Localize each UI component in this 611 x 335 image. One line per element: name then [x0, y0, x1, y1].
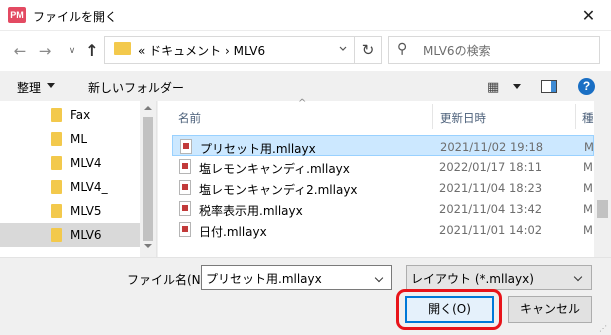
search-placeholder: MLV6の検索	[423, 44, 491, 58]
mllayx-file-icon	[179, 180, 191, 195]
new-folder-button[interactable]: 新しいフォルダー	[88, 79, 184, 96]
sidebar-item-label: MLV6	[70, 228, 102, 242]
folder-icon	[51, 204, 62, 218]
forward-arrow-icon[interactable]: →	[36, 41, 54, 61]
sidebar-item-mlv4-underscore[interactable]: MLV4_	[0, 175, 140, 199]
column-divider[interactable]	[575, 104, 576, 129]
window-title: ファイルを開く	[33, 10, 118, 24]
scrollbar-thumb[interactable]	[143, 117, 153, 241]
file-name: 日付.mllayx	[199, 225, 267, 239]
scroll-down-arrow-icon[interactable]	[144, 244, 152, 248]
file-type: M	[583, 202, 593, 216]
file-type: M	[583, 160, 593, 174]
search-icon: ⚲	[397, 41, 408, 57]
recent-locations-chevron-icon[interactable]: ∨	[63, 41, 81, 61]
file-date: 2021/11/01 14:02	[439, 223, 543, 237]
file-date: 2021/11/04 18:23	[439, 181, 543, 195]
sidebar-item-label: Fax	[70, 108, 91, 122]
view-dropdown-caret-icon[interactable]	[513, 84, 521, 89]
address-dropdown-chevron-icon[interactable]	[339, 45, 347, 53]
sidebar-item-label: ML	[70, 132, 88, 146]
column-divider[interactable]	[432, 104, 433, 129]
refresh-icon[interactable]: ↻	[354, 36, 382, 64]
help-icon[interactable]: ?	[578, 78, 595, 95]
file-date: 2021/11/04 13:42	[439, 202, 543, 216]
sidebar-item-ml[interactable]: ML	[0, 127, 140, 151]
folder-icon	[114, 42, 131, 55]
file-row-preset[interactable]: プリセット用.mllayx 2021/11/02 19:18 M	[172, 135, 594, 156]
sidebar-item-fax[interactable]: Fax	[0, 103, 140, 127]
folder-icon	[51, 228, 62, 242]
mllayx-file-icon	[179, 201, 191, 216]
folder-icon	[51, 132, 62, 146]
mllayx-file-icon	[180, 139, 192, 154]
preview-pane-icon[interactable]	[541, 80, 557, 93]
column-header-date[interactable]: 更新日時	[440, 110, 486, 126]
file-date: 2021/11/02 19:18	[440, 140, 544, 154]
file-name: プリセット用.mllayx	[200, 142, 316, 156]
file-type-filter-value[interactable]: レイアウト (*.mllayx)	[411, 270, 534, 287]
file-type: M	[583, 223, 593, 237]
scrollbar-thumb[interactable]	[597, 200, 608, 218]
sidebar-item-label: MLV4_	[70, 180, 108, 194]
file-type: M	[584, 140, 594, 154]
scroll-up-arrow-icon[interactable]	[144, 106, 152, 110]
resize-grip-icon[interactable]: ⋰	[599, 324, 609, 334]
cancel-button[interactable]: キャンセル	[508, 296, 592, 323]
sidebar-item-label: MLV5	[70, 204, 102, 218]
file-name: 塩レモンキャンディ2.mllayx	[199, 183, 358, 197]
sidebar-item-label: MLV4	[70, 156, 102, 170]
sidebar-item-mlv6[interactable]: MLV6	[0, 223, 140, 247]
file-row-salt-lemon-candy[interactable]: 塩レモンキャンディ.mllayx 2022/01/17 18:11 M	[172, 156, 594, 177]
filename-value[interactable]: プリセット用.mllayx	[206, 270, 322, 287]
view-options-icon[interactable]: ▦	[487, 80, 499, 95]
file-row-salt-lemon-candy-2[interactable]: 塩レモンキャンディ2.mllayx 2021/11/04 18:23 M	[172, 177, 594, 198]
breadcrumb[interactable]: « ドキュメント › MLV6	[138, 42, 265, 59]
folder-icon	[51, 156, 62, 170]
sidebar-item-mlv5[interactable]: MLV5	[0, 199, 140, 223]
file-list-scrollbar[interactable]	[594, 101, 611, 257]
organize-button[interactable]: 整理	[17, 79, 41, 96]
navigation-pane: Fax ML MLV4 MLV4_ MLV5 MLV6	[0, 101, 157, 257]
mllayx-file-icon	[179, 222, 191, 237]
filename-label: ファイル名(N):	[127, 273, 210, 287]
sort-ascending-icon: ^	[298, 98, 307, 109]
sidebar-item-mlv4[interactable]: MLV4	[0, 151, 140, 175]
file-name: 税率表示用.mllayx	[199, 204, 303, 218]
file-name: 塩レモンキャンディ.mllayx	[199, 162, 350, 176]
folder-icon	[51, 108, 62, 122]
open-button[interactable]: 開く(O)	[405, 296, 494, 323]
file-type: M	[583, 181, 593, 195]
mllayx-file-icon	[179, 159, 191, 174]
file-row-date[interactable]: 日付.mllayx 2021/11/01 14:02 M	[172, 219, 594, 240]
app-logo-icon: PM	[8, 7, 26, 23]
search-input[interactable]	[388, 36, 600, 64]
file-row-tax-display[interactable]: 税率表示用.mllayx 2021/11/04 13:42 M	[172, 198, 594, 219]
file-date: 2022/01/17 18:11	[439, 160, 543, 174]
back-arrow-icon[interactable]: ←	[11, 41, 29, 61]
column-header-type[interactable]: 種	[582, 110, 594, 126]
organize-dropdown-caret-icon[interactable]	[47, 83, 55, 88]
up-folder-arrow-icon[interactable]: ↑	[83, 41, 101, 61]
column-header-name[interactable]: 名前	[178, 110, 201, 126]
close-icon[interactable]: ✕	[566, 0, 611, 31]
folder-icon	[51, 180, 62, 194]
